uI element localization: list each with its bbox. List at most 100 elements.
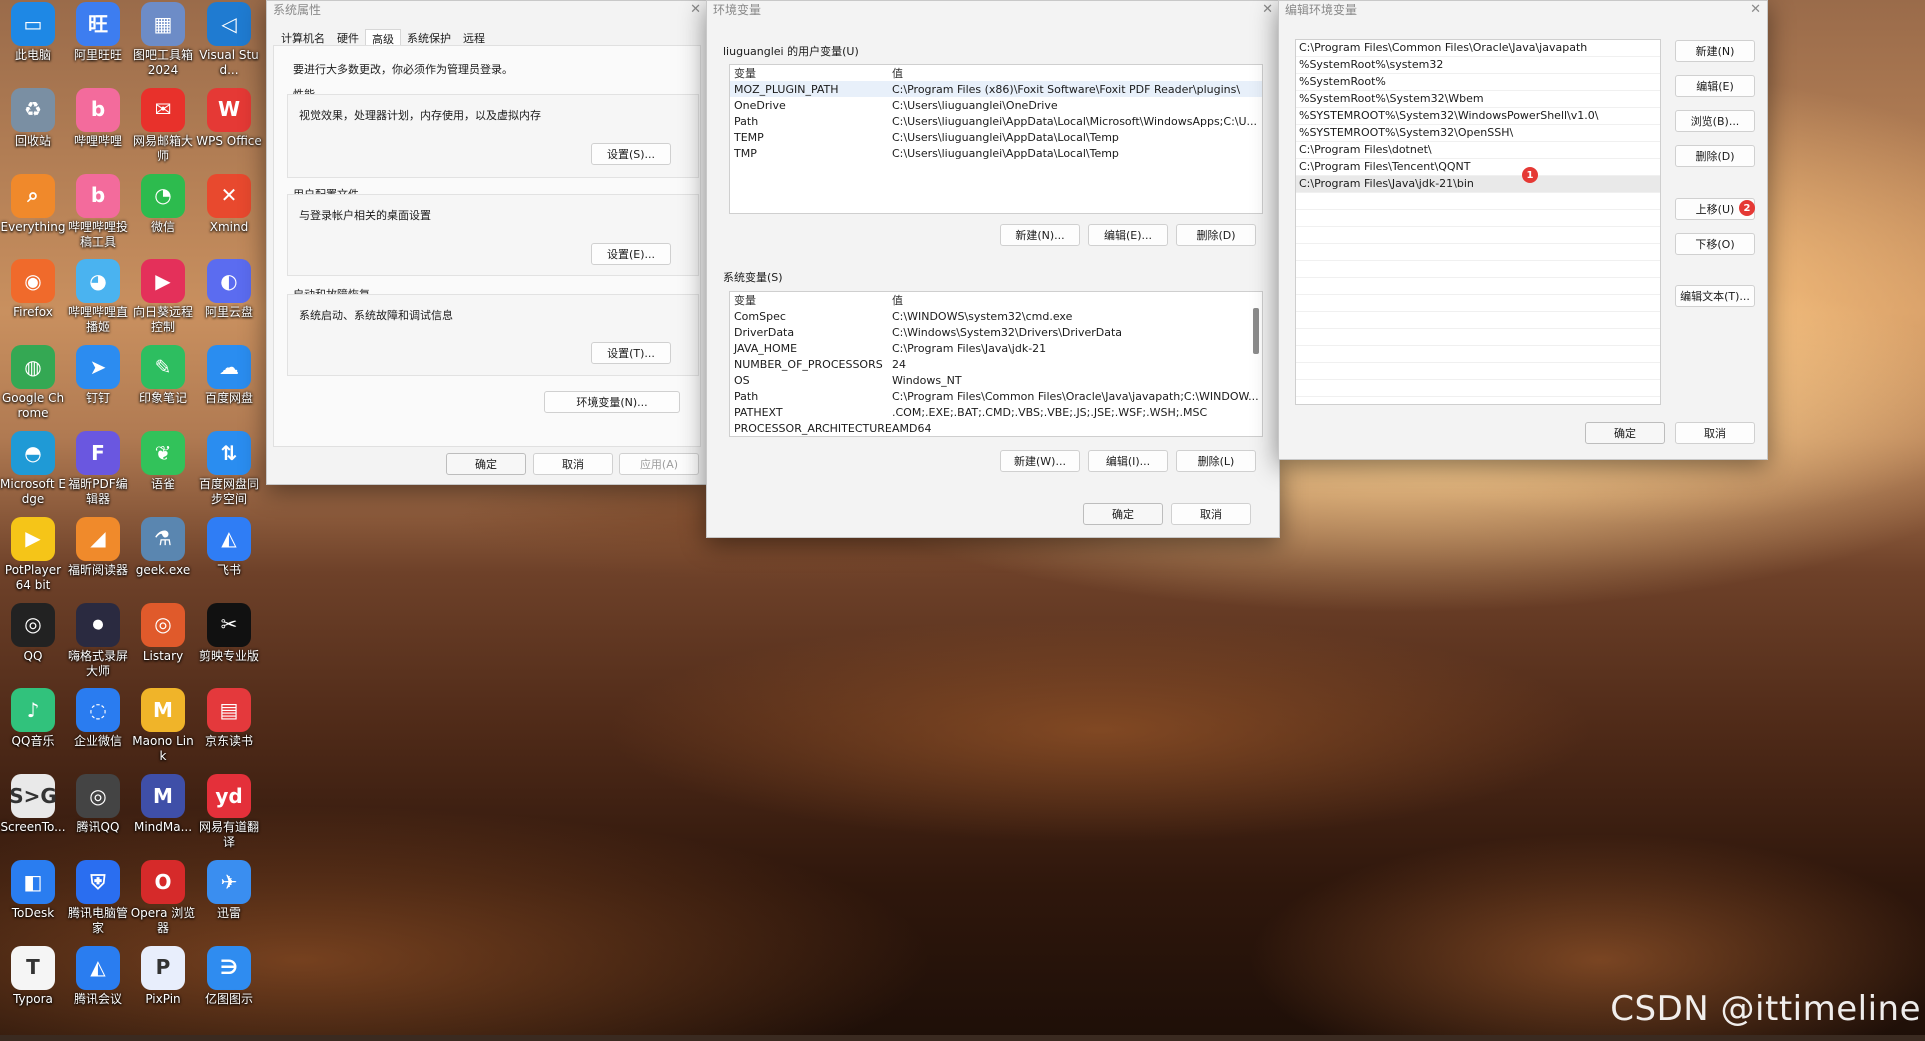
user-delete-button[interactable]: 删除(D) xyxy=(1176,224,1256,246)
desktop-icon[interactable]: ◁ Visual Stud... xyxy=(196,2,262,78)
desktop-icon[interactable]: ⇅ 百度网盘同步空间 xyxy=(196,431,262,507)
desktop-icon[interactable]: W WPS Office xyxy=(196,87,262,149)
close-icon[interactable]: ✕ xyxy=(1262,2,1273,17)
desktop-icon[interactable]: ◢ 福昕阅读器 xyxy=(65,516,131,578)
user-variable-row[interactable]: OneDrive C:\Users\liuguanglei\OneDrive xyxy=(730,97,1262,113)
system-variable-row[interactable]: DriverData C:\Windows\System32\Drivers\Dr… xyxy=(730,324,1262,340)
path-move-down-button[interactable]: 下移(O) xyxy=(1675,233,1755,255)
desktop-icon[interactable]: P PixPin xyxy=(130,945,196,1007)
performance-settings-button[interactable]: 设置(S)... xyxy=(591,143,671,165)
empty-path-slot[interactable] xyxy=(1296,380,1660,397)
path-browse-button[interactable]: 浏览(B)... xyxy=(1675,110,1755,132)
desktop-icon[interactable]: ◭ 腾讯会议 xyxy=(65,945,131,1007)
empty-path-slot[interactable] xyxy=(1296,193,1660,210)
empty-path-slot[interactable] xyxy=(1296,397,1660,404)
user-variable-row[interactable]: TMP C:\Users\liuguanglei\AppData\Local\Te… xyxy=(730,145,1262,161)
empty-path-slot[interactable] xyxy=(1296,295,1660,312)
cancel-button[interactable]: 取消 xyxy=(1675,422,1755,444)
system-variable-row[interactable]: PATHEXT .COM;.EXE;.BAT;.CMD;.VBS;.VBE;.JS… xyxy=(730,404,1262,420)
path-entry[interactable]: C:\Program Files\Java\jdk-21\bin xyxy=(1296,176,1660,193)
desktop-icon[interactable]: ✎ 印象笔记 xyxy=(130,345,196,406)
system-variable-row[interactable]: NUMBER_OF_PROCESSORS 24 xyxy=(730,356,1262,372)
desktop-icon[interactable]: ♪ QQ音乐 xyxy=(0,688,66,749)
system-variable-row[interactable]: ComSpec C:\WINDOWS\system32\cmd.exe xyxy=(730,308,1262,324)
desktop-icon[interactable]: ◉ Firefox xyxy=(0,259,66,320)
empty-path-slot[interactable] xyxy=(1296,278,1660,295)
desktop-icon[interactable]: yd 网易有道翻译 xyxy=(196,774,262,850)
column-header-variable[interactable]: 变量 xyxy=(730,65,892,81)
path-delete-button[interactable]: 删除(D) xyxy=(1675,145,1755,167)
system-properties-titlebar[interactable]: 系统属性 ✕ xyxy=(267,1,707,17)
desktop-icon[interactable]: ❦ 语雀 xyxy=(130,431,196,492)
system-delete-button[interactable]: 删除(L) xyxy=(1176,450,1256,472)
path-edit-button[interactable]: 编辑(E) xyxy=(1675,75,1755,97)
path-entry[interactable]: %SYSTEMROOT%\System32\WindowsPowerShell\… xyxy=(1296,108,1660,125)
path-entry[interactable]: %SystemRoot%\System32\Wbem xyxy=(1296,91,1660,108)
empty-path-slot[interactable] xyxy=(1296,244,1660,261)
system-variable-row[interactable]: PROCESSOR_ARCHITECTURE AMD64 xyxy=(730,420,1262,436)
desktop-icon[interactable]: ◧ ToDesk xyxy=(0,860,66,921)
system-edit-button[interactable]: 编辑(I)... xyxy=(1088,450,1168,472)
apply-button[interactable]: 应用(A) xyxy=(619,453,699,475)
desktop-icon[interactable]: ✂ 剪映专业版 xyxy=(196,602,262,664)
environment-variables-button[interactable]: 环境变量(N)... xyxy=(544,391,680,413)
close-icon[interactable]: ✕ xyxy=(1750,2,1761,17)
desktop-icon[interactable]: 旺阿里旺旺 xyxy=(65,2,131,63)
user-variable-row[interactable]: TEMP C:\Users\liuguanglei\AppData\Local\T… xyxy=(730,129,1262,145)
desktop-icon[interactable]: ⏺ 嗨格式录屏大师 xyxy=(65,602,131,679)
column-header-variable[interactable]: 变量 xyxy=(730,292,892,308)
desktop-icon[interactable]: ▭ 此电脑 xyxy=(0,2,66,63)
desktop-icon[interactable]: ◌ 企业微信 xyxy=(65,688,131,749)
empty-path-slot[interactable] xyxy=(1296,210,1660,227)
desktop-icon[interactable]: ⚗ geek.exe xyxy=(130,516,196,578)
system-variable-row[interactable]: Path C:\Program Files\Common Files\Oracle… xyxy=(730,388,1262,404)
path-entries-list[interactable]: C:\Program Files\Common Files\Oracle\Jav… xyxy=(1295,39,1661,405)
empty-path-slot[interactable] xyxy=(1296,312,1660,329)
empty-path-slot[interactable] xyxy=(1296,363,1660,380)
ok-button[interactable]: 确定 xyxy=(1585,422,1665,444)
user-variable-row[interactable]: Path C:\Users\liuguanglei\AppData\Local\M… xyxy=(730,113,1262,129)
desktop-icon[interactable]: ➤ 钉钉 xyxy=(65,345,131,406)
column-header-value[interactable]: 值 xyxy=(892,292,1262,308)
system-variable-row[interactable]: JAVA_HOME C:\Program Files\Java\jdk-21 xyxy=(730,340,1262,356)
desktop-icon[interactable]: ∋ 亿图图示 xyxy=(196,945,262,1007)
user-variable-row[interactable]: MOZ_PLUGIN_PATH C:\Program Files (x86)\Fo… xyxy=(730,81,1262,97)
path-entry[interactable]: C:\Program Files\dotnet\ xyxy=(1296,142,1660,159)
desktop-icon[interactable]: ♻ 回收站 xyxy=(0,87,66,149)
system-variables-list[interactable]: 变量 值 ComSpec C:\WINDOWS\system32\cmd.exe D… xyxy=(729,291,1263,437)
cancel-button[interactable]: 取消 xyxy=(1171,503,1251,525)
desktop-icon[interactable]: ◍ Google Chrome xyxy=(0,345,66,421)
desktop-icon[interactable]: ▶ PotPlayer 64 bit xyxy=(0,516,66,593)
ok-button[interactable]: 确定 xyxy=(1083,503,1163,525)
desktop-icon[interactable]: ☁ 百度网盘 xyxy=(196,345,262,406)
desktop-icon[interactable]: b 哔哩哔哩投稿工具 xyxy=(65,173,131,250)
desktop-icon[interactable]: F 福昕PDF编辑器 xyxy=(65,431,131,507)
path-entry[interactable]: %SystemRoot%\system32 xyxy=(1296,57,1660,74)
desktop-icon[interactable]: ✉ 网易邮箱大师 xyxy=(130,87,196,164)
desktop-icon[interactable]: ◎ QQ xyxy=(0,602,66,664)
desktop-icon[interactable]: ▤ 京东读书 xyxy=(196,688,262,749)
empty-path-slot[interactable] xyxy=(1296,261,1660,278)
user-variables-list[interactable]: 变量 值 MOZ_PLUGIN_PATH C:\Program Files (x8… xyxy=(729,64,1263,214)
desktop-icon[interactable]: ⌕ Everything xyxy=(0,173,66,235)
desktop-icon[interactable]: ◓ Microsoft Edge xyxy=(0,431,66,507)
ok-button[interactable]: 确定 xyxy=(446,453,526,475)
cancel-button[interactable]: 取消 xyxy=(533,453,613,475)
system-new-button[interactable]: 新建(W)... xyxy=(1000,450,1080,472)
column-header-value[interactable]: 值 xyxy=(892,65,1262,81)
path-entry[interactable]: C:\Program Files\Tencent\QQNT xyxy=(1296,159,1660,176)
path-entry[interactable]: %SystemRoot% xyxy=(1296,74,1660,91)
desktop-icon[interactable]: ✕ Xmind xyxy=(196,173,262,235)
system-variables-scrollbar[interactable] xyxy=(1253,308,1259,354)
desktop-icon[interactable]: ◕ 哔哩哔哩直播姬 xyxy=(65,259,131,335)
desktop-icon[interactable]: ◎ Listary xyxy=(130,602,196,664)
empty-path-slot[interactable] xyxy=(1296,329,1660,346)
startup-recovery-settings-button[interactable]: 设置(T)... xyxy=(591,342,671,364)
desktop-icon[interactable]: ◭ 飞书 xyxy=(196,516,262,578)
desktop-icon[interactable]: ◐ 阿里云盘 xyxy=(196,259,262,320)
desktop-icon[interactable]: O Opera 浏览器 xyxy=(130,860,196,936)
environment-variables-titlebar[interactable]: 环境变量 ✕ xyxy=(707,1,1279,17)
desktop-icon[interactable]: ◔ 微信 xyxy=(130,173,196,235)
path-entry[interactable]: %SYSTEMROOT%\System32\OpenSSH\ xyxy=(1296,125,1660,142)
empty-path-slot[interactable] xyxy=(1296,227,1660,244)
